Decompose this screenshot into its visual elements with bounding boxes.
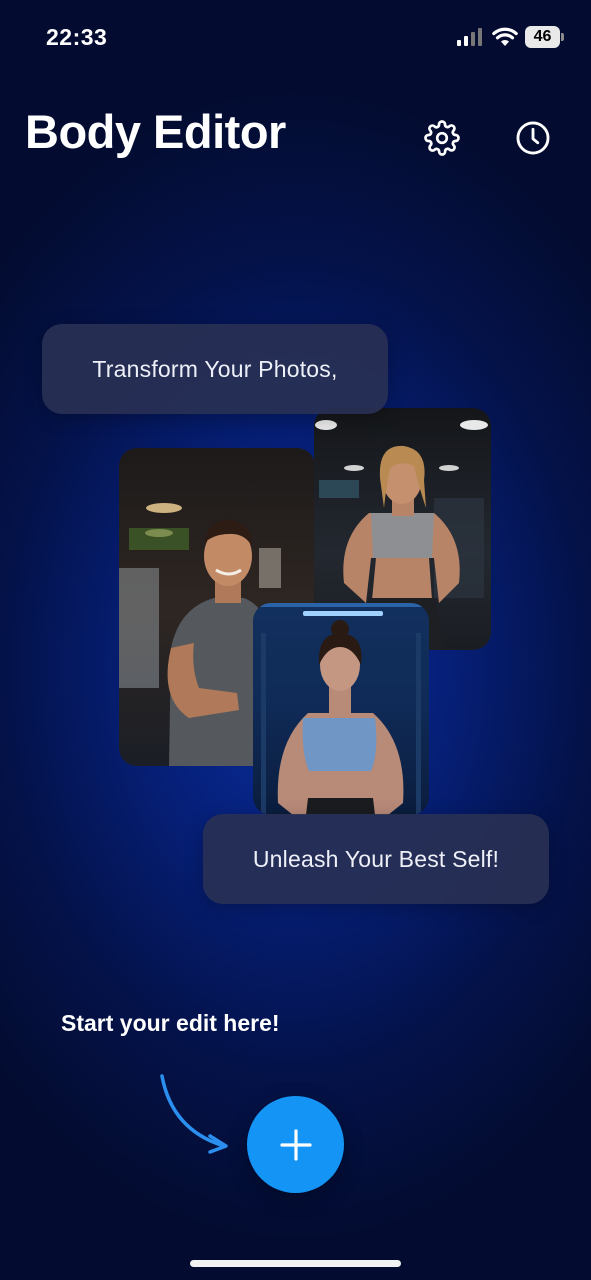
home-indicator[interactable] bbox=[190, 1260, 401, 1267]
add-photo-button[interactable] bbox=[247, 1096, 344, 1193]
tagline-bubble-bottom: Unleash Your Best Self! bbox=[203, 814, 549, 904]
page-title: Body Editor bbox=[25, 105, 286, 158]
woman-gym-photo-2 bbox=[253, 603, 429, 815]
tagline-bubble-top: Transform Your Photos, bbox=[42, 324, 388, 414]
curved-arrow-icon bbox=[160, 1074, 228, 1154]
tagline-top-text: Transform Your Photos, bbox=[92, 355, 338, 382]
gear-icon bbox=[424, 120, 460, 156]
battery-icon: 46 bbox=[525, 26, 565, 48]
tagline-bottom-text: Unleash Your Best Self! bbox=[252, 845, 500, 872]
battery-level: 46 bbox=[525, 26, 560, 48]
start-edit-label: Start your edit here! bbox=[61, 1010, 280, 1036]
wifi-icon bbox=[492, 27, 518, 46]
status-time: 22:33 bbox=[46, 24, 108, 50]
history-button[interactable] bbox=[513, 118, 553, 158]
status-bar: 22:33 46 bbox=[0, 0, 591, 76]
signal-icon bbox=[457, 28, 482, 46]
plus-icon bbox=[279, 1128, 312, 1161]
settings-button[interactable] bbox=[422, 118, 462, 158]
history-icon bbox=[516, 121, 550, 155]
